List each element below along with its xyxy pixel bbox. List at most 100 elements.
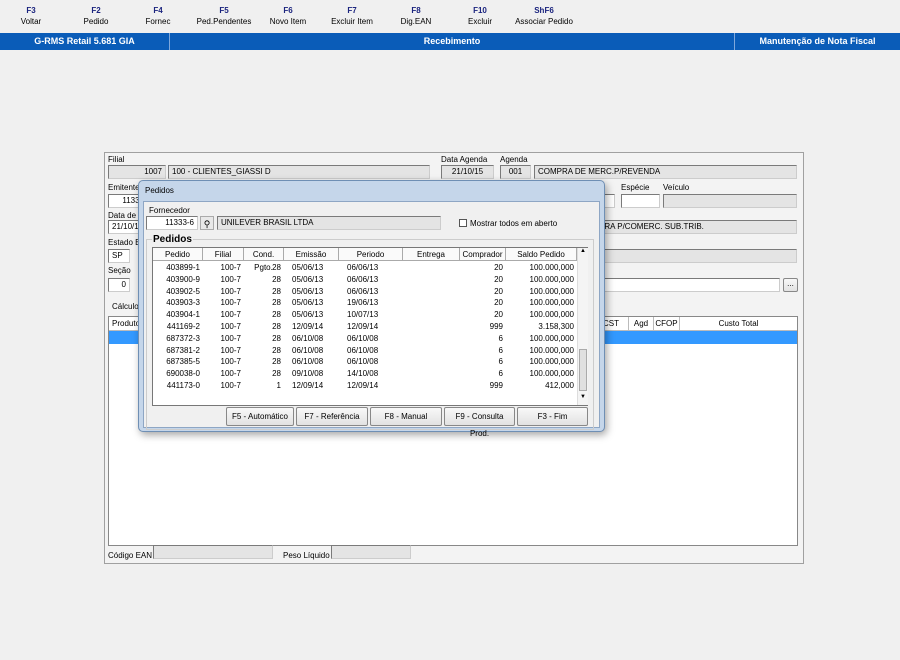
cell: 28	[272, 274, 281, 284]
col-header[interactable]: Cond. Pgto.	[244, 248, 284, 272]
agenda-label: Agenda	[500, 155, 528, 164]
cell: 687381-2	[166, 345, 200, 355]
table-row[interactable]: 687385-5 100-7 28 06/10/08 06/10/08 6 100.000,…	[153, 356, 577, 368]
veiculo-field	[663, 194, 797, 208]
cell: 100.000,000	[529, 369, 575, 379]
toolbar-button-excluir-item[interactable]: F7 Excluir Item	[320, 4, 384, 26]
table-row[interactable]: 403904-1 100-7 28 05/06/13 10/07/13 20 100.000…	[153, 309, 577, 321]
toolbar-button-voltar[interactable]: F3 Voltar	[0, 4, 63, 26]
cell: 06/10/08	[347, 345, 379, 355]
tab-calculo[interactable]: Cálculo	[112, 302, 139, 311]
cell: 100-7	[220, 286, 241, 296]
toolbar-label: Excluir Item	[331, 17, 373, 26]
col-cst[interactable]: CST	[603, 317, 629, 331]
toolbar-button-ped-pendentes[interactable]: F5 Ped.Pendentes	[192, 4, 256, 26]
col-agd[interactable]: Agd	[629, 317, 654, 331]
scroll-down-icon[interactable]: ▼	[578, 394, 588, 400]
manual-button[interactable]: F8 - Manual	[370, 407, 442, 426]
cell: 403902-5	[166, 286, 200, 296]
table-row[interactable]: 441169-2 100-7 28 12/09/14 12/09/14 999 3.158,…	[153, 321, 577, 333]
col-header[interactable]: Filial	[203, 248, 244, 261]
agenda-code-field[interactable]: 001	[500, 165, 531, 179]
secao-field[interactable]: 0	[108, 278, 130, 292]
toolbar-button-novo-item[interactable]: F6 Novo Item	[256, 4, 320, 26]
operacao-field: PRA P/COMERC. SUB.TRIB.	[595, 220, 797, 234]
filial-name-field: 100 - CLIENTES_GIASSI D	[168, 165, 430, 179]
cell: 28	[272, 286, 281, 296]
table-row[interactable]: 403902-5 100-7 28 05/06/13 06/06/13 20 100.000…	[153, 286, 577, 298]
cell: 403900-9	[166, 274, 200, 284]
cell: 999	[489, 381, 503, 390]
scroll-up-icon[interactable]: ▲	[578, 248, 588, 254]
cell: 100-7	[220, 274, 241, 284]
cell: 6	[498, 357, 503, 367]
data-agenda-field[interactable]: 21/10/15	[441, 165, 494, 179]
consulta-prod-button[interactable]: F9 - Consulta Prod.	[444, 407, 515, 438]
cell: 09/10/08	[292, 369, 324, 379]
estado-desc-field	[600, 249, 797, 263]
cell: 412,000	[545, 381, 574, 390]
table-row[interactable]: 441173-0 100-7 1 12/09/14 12/09/14 999 412,000	[153, 380, 577, 392]
ellipsis-button[interactable]: ...	[783, 278, 798, 292]
secao-label: Seção	[108, 266, 131, 275]
cell: 10/07/13	[347, 310, 379, 320]
cell: 999	[489, 322, 503, 331]
especie-field[interactable]	[621, 194, 660, 208]
estado-field[interactable]: SP	[108, 249, 130, 263]
screen-name: Manutenção de Nota Fiscal	[759, 36, 876, 46]
col-header[interactable]: Pedido	[153, 248, 203, 261]
codigo-ean-field	[153, 545, 273, 559]
pedidos-table: Pedido Filial Cond. Pgto. Emissão Periodo Ent…	[152, 247, 588, 406]
peso-liquido-label: Peso Líquido	[283, 551, 330, 560]
cell: 20	[494, 263, 503, 272]
automatico-button[interactable]: F5 - Automático	[226, 407, 294, 426]
table-row[interactable]: 687372-3 100-7 28 06/10/08 06/10/08 6 100.000,…	[153, 333, 577, 345]
table-row[interactable]: 687381-2 100-7 28 06/10/08 06/10/08 6 100.000,…	[153, 345, 577, 357]
cell: 690038-0	[166, 369, 200, 379]
cell: 12/09/14	[347, 381, 379, 390]
table-row[interactable]: 403903-3 100-7 28 05/06/13 19/06/13 20 100.000…	[153, 297, 577, 309]
scrollbar[interactable]: ▲ ▼	[577, 248, 588, 405]
cell: 100-7	[220, 310, 241, 320]
col-header[interactable]: Comprador	[460, 248, 506, 261]
estado-label: Estado E	[108, 238, 141, 247]
secao-desc-field[interactable]	[600, 278, 780, 292]
cell: 100-7	[220, 345, 241, 355]
fim-button[interactable]: F3 - Fim	[517, 407, 588, 426]
toolbar-button-excluir[interactable]: F10 Excluir	[448, 4, 512, 26]
dialog-title: Pedidos	[145, 186, 174, 195]
col-header[interactable]: Emissão	[284, 248, 339, 261]
cell: 05/06/13	[292, 286, 324, 296]
table-row[interactable]: 403899-1 100-7 28 05/06/13 06/06/13 20 100.000…	[153, 262, 577, 274]
toolbar-button-dig-ean[interactable]: F8 Dig.EAN	[384, 4, 448, 26]
fornecedor-code-field[interactable]: 11333-6	[146, 216, 198, 230]
cell: 06/10/08	[347, 357, 379, 367]
col-cfop[interactable]: CFOP	[654, 317, 680, 331]
col-header[interactable]: Periodo	[339, 248, 403, 261]
referencia-button[interactable]: F7 - Referência	[296, 407, 368, 426]
cell: 441173-0	[166, 381, 200, 390]
title-bar: G-RMS Retail 5.681 GIA Recebimento Manut…	[0, 33, 900, 50]
col-header[interactable]: Entrega	[403, 248, 460, 261]
table-row[interactable]: 690038-0 100-7 28 09/10/08 14/10/08 6 100.000,…	[153, 368, 577, 380]
cell: 28	[272, 333, 281, 343]
toolbar-button-pedido[interactable]: F2 Pedido	[64, 4, 128, 26]
pedidos-group-label: Pedidos	[152, 234, 193, 245]
shortcut-key: F6	[283, 6, 293, 15]
toolbar-button-associar-pedido[interactable]: ShF6 Associar Pedido	[512, 4, 576, 26]
cell: 14/10/08	[347, 369, 379, 379]
cell: 05/06/13	[292, 274, 324, 284]
cell: 100-7	[220, 357, 241, 367]
filial-code-field[interactable]: 1007	[108, 165, 166, 179]
col-header[interactable]: Saldo Pedido	[506, 248, 577, 261]
binoculars-icon[interactable]: ⚲	[200, 216, 214, 230]
cell: 100.000,000	[529, 345, 575, 355]
toolbar-button-fornec[interactable]: F4 Fornec	[126, 4, 190, 26]
shortcut-key: F8	[411, 6, 421, 15]
table-row[interactable]: 403900-9 100-7 28 05/06/13 06/06/13 20 100.000…	[153, 274, 577, 286]
mostrar-checkbox[interactable]	[459, 219, 467, 227]
shortcut-key: F5	[219, 6, 229, 15]
col-custo-total[interactable]: Custo Total	[680, 317, 797, 331]
scroll-thumb[interactable]	[579, 349, 587, 391]
cell: 100.000,000	[529, 286, 575, 296]
